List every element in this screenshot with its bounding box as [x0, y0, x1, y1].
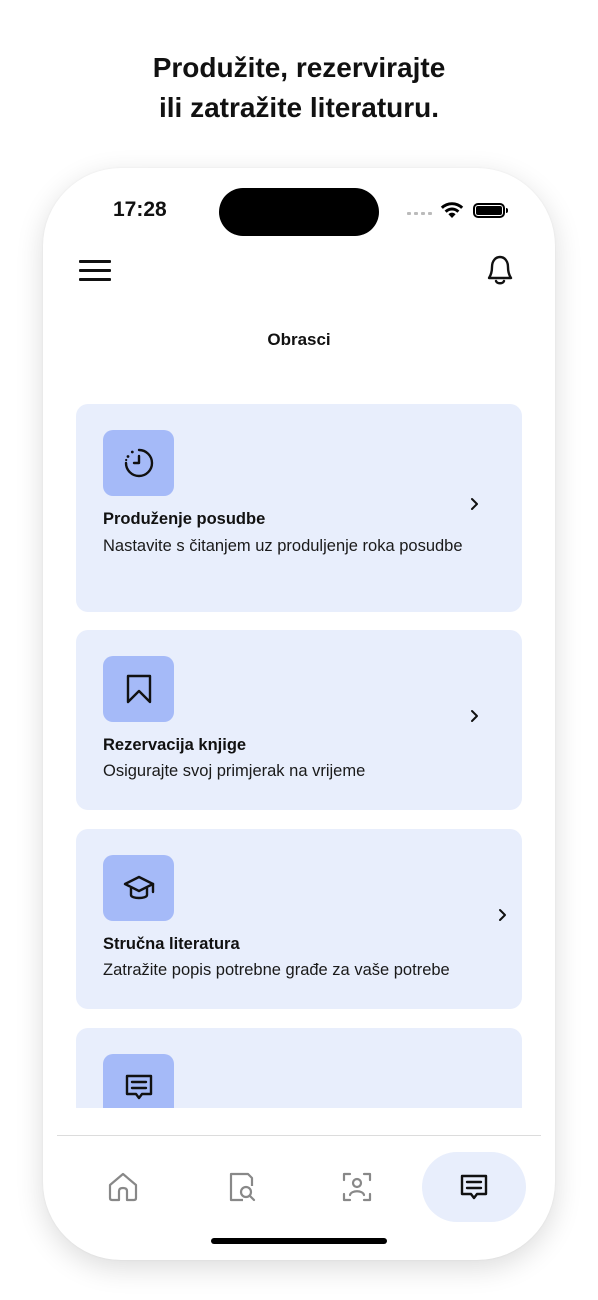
message-icon — [460, 1174, 488, 1200]
phone-frame: 17:28 Obrasci Produženje posudbe Nastavi… — [43, 168, 555, 1260]
card-description: Nastavite s čitanjem uz produljenje roka… — [103, 537, 463, 555]
tab-forms[interactable] — [422, 1152, 526, 1222]
card-description: Zatražite popis potrebne građe za vaše p… — [103, 961, 450, 979]
battery-icon — [473, 203, 508, 218]
card-icon-box — [103, 656, 174, 722]
card-icon-box — [103, 1054, 174, 1108]
chevron-right-icon — [471, 498, 478, 510]
headline-line-1: Produžite, rezervirajte — [152, 52, 446, 83]
form-card-loan-extension[interactable]: Produženje posudbe Nastavite s čitanjem … — [76, 404, 522, 612]
forms-list: Produženje posudbe Nastavite s čitanjem … — [43, 398, 555, 1108]
card-title: Rezervacija knjige — [103, 736, 247, 754]
chevron-right-icon — [471, 710, 478, 722]
form-card-partial[interactable] — [76, 1028, 522, 1108]
menu-icon[interactable] — [79, 258, 113, 284]
tab-home[interactable] — [73, 1153, 173, 1221]
timer-icon — [124, 448, 153, 478]
message-icon — [125, 1074, 152, 1100]
status-time: 17:28 — [113, 198, 167, 221]
card-icon-box — [103, 430, 174, 496]
graduation-cap-icon — [123, 875, 154, 900]
document-search-icon — [229, 1172, 256, 1202]
cellular-signal-icon — [407, 212, 432, 215]
tab-scan[interactable] — [307, 1153, 407, 1221]
bell-icon[interactable] — [483, 252, 517, 288]
card-title: Produženje posudbe — [103, 510, 266, 528]
form-card-professional-literature[interactable]: Stručna literatura Zatražite popis potre… — [76, 829, 522, 1009]
tab-bar-divider — [57, 1135, 541, 1136]
card-icon-box — [103, 855, 174, 921]
chevron-right-icon — [499, 909, 506, 921]
page-title: Obrasci — [267, 330, 331, 349]
scan-user-icon — [342, 1172, 372, 1202]
dynamic-island — [219, 188, 379, 236]
card-description: Osigurajte svoj primjerak na vrijeme — [103, 762, 366, 780]
tab-catalog-search[interactable] — [191, 1153, 291, 1221]
home-indicator — [211, 1238, 387, 1244]
form-card-book-reservation[interactable]: Rezervacija knjige Osigurajte svoj primj… — [76, 630, 522, 810]
promo-headline: Produžite, rezervirajte ili zatražite li… — [0, 48, 598, 128]
bookmark-icon — [126, 674, 151, 704]
home-icon — [108, 1172, 138, 1202]
headline-line-2: ili zatražite literaturu. — [158, 92, 440, 123]
card-title: Stručna literatura — [103, 935, 240, 953]
wifi-icon — [440, 202, 464, 218]
